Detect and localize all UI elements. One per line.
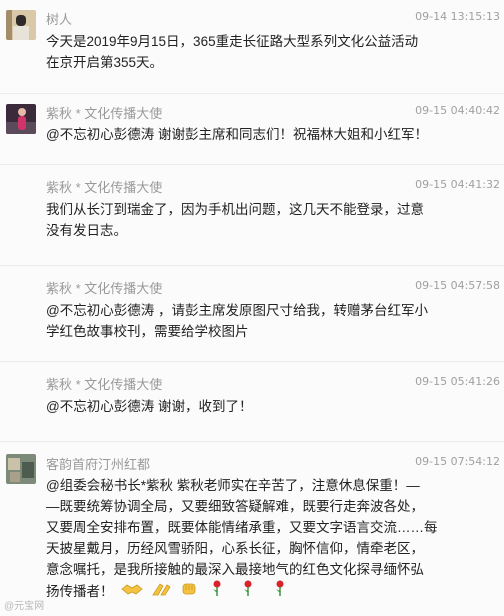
comment-item: 树人 09-14 13:15:13 今天是2019年9月15日，365重走长征路… xyxy=(0,0,504,94)
comment-author[interactable]: 客韵首府汀州红都 xyxy=(46,454,150,473)
rose-icon xyxy=(274,580,286,602)
handshake-icon xyxy=(121,581,143,602)
watermark: @元宝网 xyxy=(4,601,45,612)
comment-time: 09-15 04:57:58 xyxy=(415,279,500,292)
comment-line: 没有发日志。 xyxy=(46,223,127,238)
comment-line: 天披星戴月，历经风雪骄阳，心系长征，胸怀信仰，情牵老区， xyxy=(46,541,424,556)
comment-item: 紫秋 * 文化传播大使 09-15 04:57:58 @不忘初心彭德涛 ，请彭主… xyxy=(0,266,504,362)
avatar[interactable] xyxy=(6,10,36,40)
comment-feed: 树人 09-14 13:15:13 今天是2019年9月15日，365重走长征路… xyxy=(0,0,504,616)
comment-time: 09-14 13:15:13 xyxy=(415,10,500,23)
comment-text: 我们从长汀到瑞金了，因为手机出问题，这几天不能登录，过意 没有发日志。 xyxy=(46,199,490,241)
comment-line: @不忘初心彭德涛 谢谢，收到了！ xyxy=(46,399,253,414)
comment-line-last: 扬传播者！ xyxy=(46,580,490,602)
comment-line: 我们从长汀到瑞金了，因为手机出问题，这几天不能登录，过意 xyxy=(46,202,424,217)
comment-line: 今天是2019年9月15日，365重走长征路大型系列文化公益活动 xyxy=(46,34,419,49)
comment-line: 在京开启第355天。 xyxy=(46,55,164,70)
comment-text: @组委会秘书长*紫秋 紫秋老师实在辛苦了，注意休息保重！— —既要统筹协调全局，… xyxy=(46,475,490,602)
comment-time: 09-15 04:40:42 xyxy=(415,104,500,117)
rose-icon xyxy=(211,580,223,602)
comment-author[interactable]: 紫秋 * 文化传播大使 xyxy=(46,278,162,297)
comment-author[interactable]: 紫秋 * 文化传播大使 xyxy=(46,374,162,393)
avatar[interactable] xyxy=(6,104,36,134)
avatar[interactable] xyxy=(6,454,36,484)
comment-line: 又要周全安排布置，既要体能情绪承重，又要文字语言交流……每 xyxy=(46,520,438,535)
comment-text: @不忘初心彭德涛 ，请彭主席发原图尺寸给我，转赠茅台红军小 学红色故事校刊，需要… xyxy=(46,300,490,342)
comment-text: 今天是2019年9月15日，365重走长征路大型系列文化公益活动 在京开启第35… xyxy=(46,31,490,73)
comment-time: 09-15 07:54:12 xyxy=(415,455,500,468)
fist-icon xyxy=(181,581,197,602)
comment-time: 09-15 05:41:26 xyxy=(415,375,500,388)
comment-line: @不忘初心彭德涛 谢谢彭主席和同志们！祝福林大姐和小红军！ xyxy=(46,127,428,142)
avatar-image xyxy=(6,104,36,134)
comment-item: 紫秋 * 文化传播大使 09-15 05:41:26 @不忘初心彭德涛 谢谢，收… xyxy=(0,362,504,442)
comment-item: 紫秋 * 文化传播大使 09-15 04:40:42 @不忘初心彭德涛 谢谢彭主… xyxy=(0,94,504,165)
comment-line: 意念嘱托，是我所接触的最深入最接地气的红色文化探寻缅怀弘 xyxy=(46,562,424,577)
avatar-image xyxy=(6,10,36,40)
comment-line: —既要统筹协调全局，又要细致答疑解难，既要行走奔波各处， xyxy=(46,499,424,514)
comment-time: 09-15 04:41:32 xyxy=(415,178,500,191)
comment-line: @组委会秘书长*紫秋 紫秋老师实在辛苦了，注意休息保重！— xyxy=(46,478,420,493)
comment-item: 客韵首府汀州红都 09-15 07:54:12 @组委会秘书长*紫秋 紫秋老师实… xyxy=(0,442,504,616)
comment-line: 扬传播者！ xyxy=(46,584,114,599)
comment-text: @不忘初心彭德涛 谢谢，收到了！ xyxy=(46,396,490,417)
comment-author[interactable]: 紫秋 * 文化传播大使 xyxy=(46,177,162,196)
comment-line: 学红色故事校刊，需要给学校图片 xyxy=(46,324,249,339)
avatar-image xyxy=(6,454,36,484)
clap-icon xyxy=(151,581,173,602)
rose-icon xyxy=(242,580,254,602)
comment-text: @不忘初心彭德涛 谢谢彭主席和同志们！祝福林大姐和小红军！ xyxy=(46,124,490,145)
comment-item: 紫秋 * 文化传播大使 09-15 04:41:32 我们从长汀到瑞金了，因为手… xyxy=(0,165,504,266)
comment-line: @不忘初心彭德涛 ，请彭主席发原图尺寸给我，转赠茅台红军小 xyxy=(46,303,428,318)
comment-author[interactable]: 紫秋 * 文化传播大使 xyxy=(46,103,162,122)
comment-author[interactable]: 树人 xyxy=(46,9,72,28)
